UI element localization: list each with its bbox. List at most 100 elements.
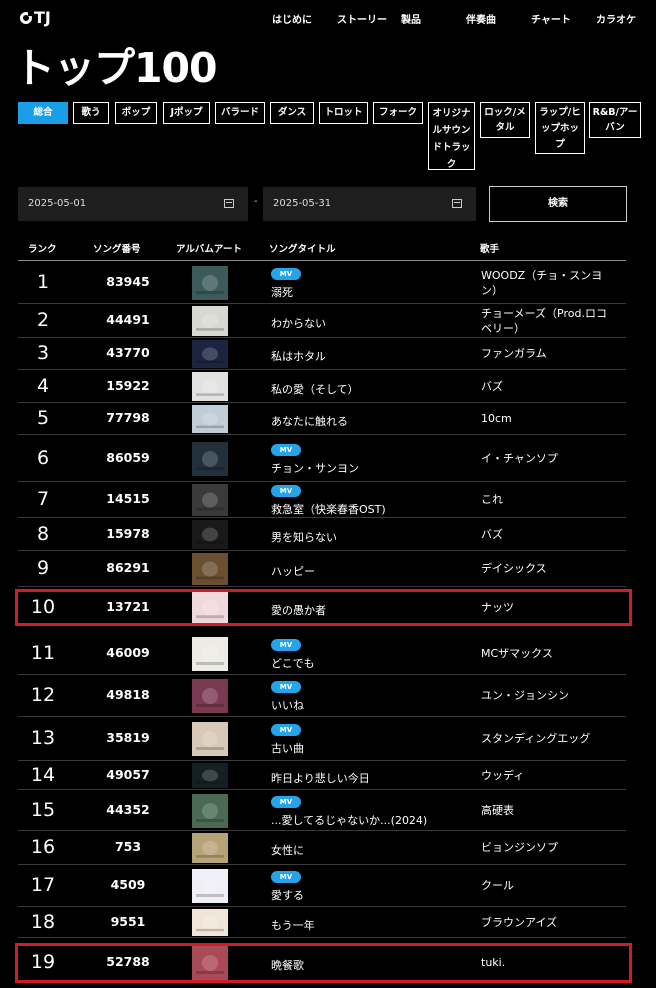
song-title-cell[interactable]: 女性に <box>271 842 304 858</box>
album-art[interactable] <box>192 520 228 549</box>
filter-folk[interactable]: フォーク <box>373 102 423 124</box>
table-row[interactable]: 4 15922 私の愛（そして） バズ <box>18 370 626 403</box>
nav-products[interactable]: 製品 <box>401 11 421 26</box>
filter-rock-metal[interactable]: ロック/メタル <box>480 102 530 138</box>
table-row[interactable]: 16 753 女性に ビョンジンソプ <box>18 831 626 865</box>
tj-logo[interactable]: TJ <box>20 8 51 27</box>
start-date-field[interactable]: 2025-05-01 <box>18 187 248 221</box>
album-art[interactable] <box>192 833 228 863</box>
artist-cell[interactable]: 10cm <box>481 411 611 426</box>
filter-jpop[interactable]: Jポップ <box>163 102 210 124</box>
song-title-cell[interactable]: 男を知らない <box>271 529 337 545</box>
artist-cell[interactable]: MCザマックス <box>481 646 611 661</box>
album-art[interactable] <box>192 909 228 936</box>
table-row[interactable]: 2 44491 わからない チョーメーズ（Prod.ロコベリー） <box>18 304 626 338</box>
end-date-field[interactable]: 2025-05-31 <box>263 187 476 221</box>
mv-badge[interactable]: MV <box>271 681 301 693</box>
table-row[interactable]: 8 15978 男を知らない バズ <box>18 518 626 551</box>
song-title-cell[interactable]: 私の愛（そして） <box>271 381 359 397</box>
artist-cell[interactable]: WOODZ（チョ・スンヨン） <box>481 268 611 298</box>
table-row[interactable]: 9 86291 ハッピー デイシックス <box>18 551 626 587</box>
filter-rap-hiphop[interactable]: ラップ/ヒップホップ <box>535 102 585 154</box>
artist-cell[interactable]: ブラウンアイズ <box>481 915 611 930</box>
album-art[interactable] <box>192 793 228 828</box>
song-title-cell[interactable]: 昨日より悲しい今日 <box>271 770 370 786</box>
search-button[interactable]: 検索 <box>489 186 627 222</box>
table-row[interactable]: 14 49057 昨日より悲しい今日 ウッディ <box>18 761 626 790</box>
nav-chart[interactable]: チャート <box>531 11 571 26</box>
album-art[interactable] <box>192 679 228 713</box>
artist-cell[interactable]: ファンガラム <box>481 346 611 361</box>
album-art[interactable] <box>192 340 228 368</box>
artist-cell[interactable]: イ・チャンソプ <box>481 451 611 466</box>
filter-pop[interactable]: ポップ <box>115 102 157 124</box>
table-row[interactable]: 6 86059 MV チョン・サンヨン イ・チャンソプ <box>18 435 626 482</box>
artist-cell[interactable]: 高硬表 <box>481 803 611 818</box>
song-title-cell[interactable]: どこでも <box>271 655 315 671</box>
mv-badge[interactable]: MV <box>271 871 301 883</box>
table-row[interactable]: 17 4509 MV 愛する クール <box>18 865 626 907</box>
filter-dance[interactable]: ダンス <box>270 102 314 124</box>
song-title-cell[interactable]: 私はホタル <box>271 348 326 364</box>
nav-accompaniment[interactable]: 伴奏曲 <box>466 11 496 26</box>
table-row[interactable]: 13 35819 MV 古い曲 スタンディングエッグ <box>18 717 626 761</box>
artist-cell[interactable]: チョーメーズ（Prod.ロコベリー） <box>481 306 611 336</box>
album-art[interactable] <box>192 372 228 401</box>
album-art[interactable] <box>192 405 228 433</box>
filter-ost[interactable]: オリジナルサウンドトラック <box>428 102 475 170</box>
table-row[interactable]: 5 77798 あなたに触れる 10cm <box>18 403 626 435</box>
song-title-cell[interactable]: 古い曲 <box>271 740 304 756</box>
song-title-cell[interactable]: いいね <box>271 697 304 713</box>
mv-badge[interactable]: MV <box>271 795 301 808</box>
filter-singing[interactable]: 歌う <box>73 102 109 124</box>
filter-rnb-urban[interactable]: R&B/アーバン <box>589 102 641 138</box>
calendar-icon[interactable] <box>452 199 462 208</box>
artist-cell[interactable]: デイシックス <box>481 561 611 576</box>
song-title-cell[interactable]: あなたに触れる <box>271 413 348 429</box>
mv-badge[interactable]: MV <box>271 638 301 651</box>
nav-story[interactable]: ストーリー <box>337 11 387 26</box>
artist-cell[interactable]: ビョンジンソプ <box>481 840 611 855</box>
mv-badge[interactable]: MV <box>271 485 301 497</box>
table-row[interactable]: 1 83945 MV 溺死 WOODZ（チョ・スンヨン） <box>18 262 626 304</box>
song-title-cell[interactable]: わからない <box>271 315 326 331</box>
song-title-cell[interactable]: ハッピー <box>271 563 315 579</box>
artist-cell[interactable]: ウッディ <box>481 768 611 783</box>
calendar-icon[interactable] <box>224 199 234 208</box>
album-art[interactable] <box>192 441 228 476</box>
album-art[interactable] <box>192 266 228 300</box>
album-art[interactable] <box>192 636 228 671</box>
filter-overall[interactable]: 総合 <box>18 102 68 124</box>
song-title-cell[interactable]: 溺死 <box>271 284 293 300</box>
artist-cell[interactable]: ユン・ジョンシン <box>481 688 611 703</box>
mv-badge[interactable]: MV <box>271 268 301 280</box>
song-title-cell[interactable]: ...愛してるじゃないか...(2024) <box>271 812 427 828</box>
album-art[interactable] <box>192 763 228 788</box>
album-art[interactable] <box>192 306 228 336</box>
artist-cell[interactable]: バズ <box>481 527 611 542</box>
album-art[interactable] <box>192 553 228 585</box>
song-title-cell[interactable]: チョン・サンヨン <box>271 460 359 476</box>
mv-badge[interactable]: MV <box>271 443 301 456</box>
song-title-cell[interactable]: もう一年 <box>271 917 315 933</box>
nav-intro[interactable]: はじめに <box>272 11 312 26</box>
table-row[interactable]: 15 44352 MV ...愛してるじゃないか...(2024) 高硬表 <box>18 790 626 831</box>
song-title-cell[interactable]: 愛する <box>271 887 304 903</box>
artist-cell[interactable]: クール <box>481 878 611 893</box>
table-row[interactable]: 18 9551 もう一年 ブラウンアイズ <box>18 907 626 938</box>
table-row[interactable]: 3 43770 私はホタル ファンガラム <box>18 338 626 370</box>
table-row[interactable]: 12 49818 MV いいね ユン・ジョンシン <box>18 675 626 717</box>
album-art[interactable] <box>192 869 228 903</box>
album-art[interactable] <box>192 722 228 756</box>
nav-karaoke[interactable]: カラオケ <box>596 11 636 26</box>
artist-cell[interactable]: バズ <box>481 379 611 394</box>
table-row[interactable]: 11 46009 MV どこでも MCザマックス <box>18 632 626 675</box>
artist-cell[interactable]: スタンディングエッグ <box>481 731 611 746</box>
artist-cell[interactable]: これ <box>481 492 611 507</box>
filter-ballad[interactable]: バラード <box>215 102 265 124</box>
album-art[interactable] <box>192 484 228 516</box>
song-title-cell[interactable]: 救急室（快楽春香OST) <box>271 501 386 517</box>
mv-badge[interactable]: MV <box>271 724 301 736</box>
filter-trot[interactable]: トロット <box>319 102 368 124</box>
table-row[interactable]: 7 14515 MV 救急室（快楽春香OST) これ <box>18 482 626 518</box>
